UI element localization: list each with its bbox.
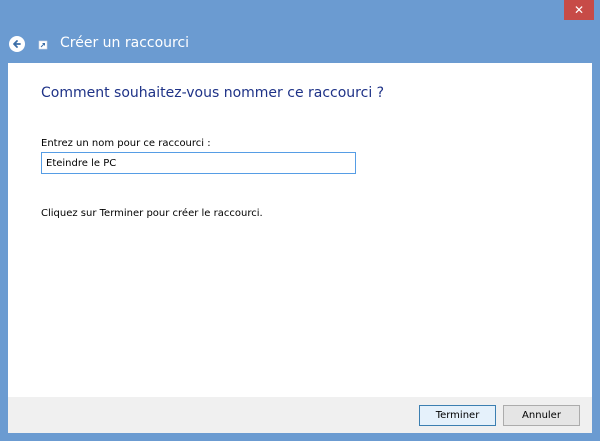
back-button[interactable] — [9, 36, 25, 52]
finish-instruction: Cliquez sur Terminer pour créer le racco… — [41, 208, 263, 219]
button-bar: Terminer Annuler — [8, 397, 592, 433]
page-heading: Comment souhaitez-vous nommer ce raccour… — [41, 85, 385, 101]
shortcut-wizard-window: ✕ Créer un raccourci Comment souhaitez-v… — [0, 0, 600, 441]
back-arrow-icon — [13, 40, 21, 48]
shortcut-name-label: Entrez un nom pour ce raccourci : — [41, 138, 211, 149]
title-bar: ✕ Créer un raccourci — [0, 0, 600, 58]
cancel-button[interactable]: Annuler — [503, 405, 580, 426]
wizard-content: Comment souhaitez-vous nommer ce raccour… — [8, 63, 592, 397]
shortcut-name-input[interactable] — [41, 152, 356, 174]
finish-button[interactable]: Terminer — [419, 405, 496, 426]
close-icon: ✕ — [573, 3, 585, 17]
shortcut-icon — [38, 40, 48, 50]
close-button[interactable]: ✕ — [564, 0, 594, 20]
window-title: Créer un raccourci — [60, 35, 190, 51]
